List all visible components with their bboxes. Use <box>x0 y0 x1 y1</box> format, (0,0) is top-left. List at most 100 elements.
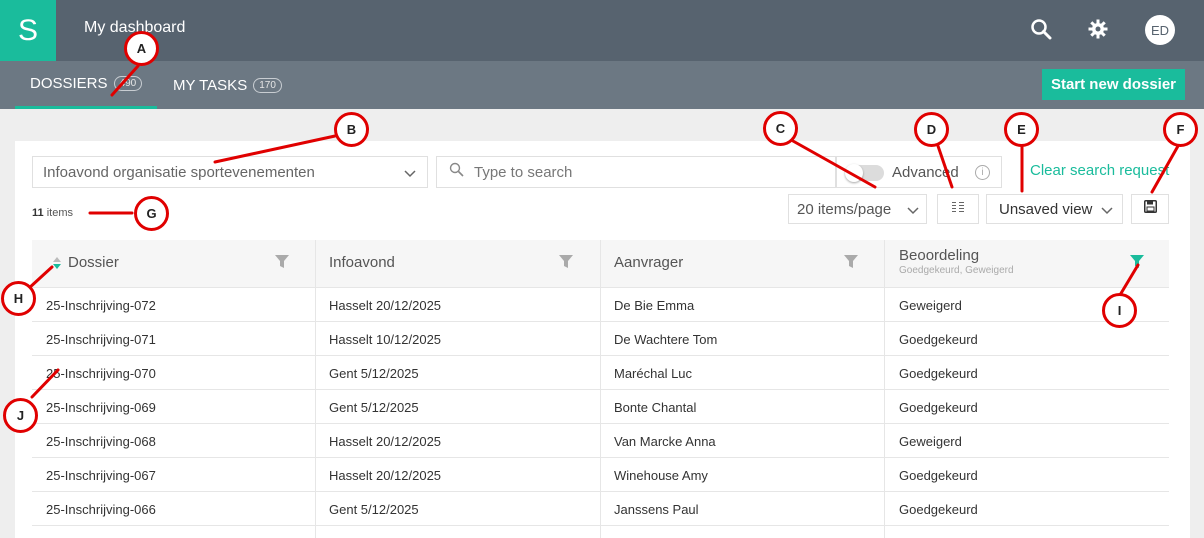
save-icon <box>1143 200 1157 218</box>
annotation-marker-i: I <box>1102 293 1137 328</box>
cell-beoordeling: Goedgekeurd <box>899 365 978 381</box>
search-field[interactable] <box>436 156 836 188</box>
search-icon[interactable] <box>1028 16 1054 42</box>
column-label: Infoavond <box>329 254 395 271</box>
cell-infoavond: Hasselt 20/12/2025 <box>316 424 601 458</box>
cell-dossier <box>32 526 316 538</box>
search-input[interactable] <box>474 163 794 181</box>
column-header-dossier[interactable]: Dossier <box>32 240 316 288</box>
chevron-down-icon <box>403 166 417 184</box>
table-row[interactable]: 25-Inschrijving-066 Gent 5/12/2025 Janss… <box>32 492 1169 526</box>
cell-aanvrager: Winehouse Amy <box>601 458 885 492</box>
annotation-marker-b: B <box>334 112 369 147</box>
cell-aanvrager: Janssens Paul <box>601 492 885 526</box>
save-view-button[interactable] <box>1131 194 1169 224</box>
table-row-partial <box>32 526 1169 538</box>
top-header: S My dashboard ED <box>0 0 1204 61</box>
column-header-aanvrager[interactable]: Aanvrager <box>601 240 885 288</box>
sort-icon[interactable] <box>52 256 62 275</box>
annotation-marker-e: E <box>1004 112 1039 147</box>
cell-beoordeling: Geweigerd <box>899 433 962 449</box>
avatar[interactable]: ED <box>1145 15 1175 45</box>
annotation-marker-f: F <box>1163 112 1198 147</box>
annotation-marker-h: H <box>1 281 36 316</box>
table-row[interactable]: 25-Inschrijving-071 Hasselt 10/12/2025 D… <box>32 322 1169 356</box>
cell-dossier: 25-Inschrijving-067 <box>32 458 316 492</box>
filter-icon[interactable] <box>844 255 858 274</box>
annotation-marker-g: G <box>134 196 169 231</box>
chevron-down-icon <box>906 203 920 221</box>
cell-aanvrager <box>601 526 885 538</box>
view-select[interactable]: Unsaved view <box>986 194 1123 224</box>
column-settings-button[interactable] <box>937 194 979 224</box>
items-count-label: items <box>46 207 73 219</box>
filter-icon[interactable] <box>1130 255 1144 274</box>
annotation-marker-a: A <box>124 31 159 66</box>
column-label: Aanvrager <box>614 254 684 271</box>
cell-aanvrager: De Wachtere Tom <box>601 322 885 356</box>
cell-aanvrager: Maréchal Luc <box>601 356 885 390</box>
advanced-label: Advanced <box>892 164 959 181</box>
items-count: 11 items <box>32 207 73 219</box>
cell-beoordeling: Goedgekeurd <box>899 399 978 415</box>
advanced-toggle[interactable] <box>845 164 884 182</box>
cell-dossier: 25-Inschrijving-071 <box>32 322 316 356</box>
cell-infoavond: Hasselt 20/12/2025 <box>316 458 601 492</box>
table-row[interactable]: 25-Inschrijving-068 Hasselt 20/12/2025 V… <box>32 424 1169 458</box>
cell-infoavond: Hasselt 10/12/2025 <box>316 322 601 356</box>
table-row[interactable]: 25-Inschrijving-070 Gent 5/12/2025 Maréc… <box>32 356 1169 390</box>
cell-dossier: 25-Inschrijving-070 <box>32 356 316 390</box>
items-per-page-value: 20 items/page <box>797 200 892 218</box>
tab-dossiers[interactable]: DOSSIERS 490 <box>15 61 158 109</box>
cell-dossier: 25-Inschrijving-066 <box>32 492 316 526</box>
items-per-page-select[interactable]: 20 items/page <box>788 194 927 224</box>
active-filter-summary: Goedgekeurd, Geweigerd <box>899 265 1014 276</box>
filter-icon[interactable] <box>275 255 289 274</box>
chevron-down-icon <box>1100 203 1114 221</box>
filter-icon[interactable] <box>559 255 573 274</box>
cell-aanvrager: Van Marcke Anna <box>601 424 885 458</box>
tab-my-tasks[interactable]: MY TASKS 170 <box>173 61 282 109</box>
columns-icon <box>951 200 965 218</box>
cell-infoavond: Gent 5/12/2025 <box>316 356 601 390</box>
sub-navigation: DOSSIERS 490 MY TASKS 170 <box>0 61 1204 109</box>
count-badge: 490 <box>113 76 143 91</box>
cell-dossier: 25-Inschrijving-072 <box>32 288 316 322</box>
search-icon <box>449 162 464 182</box>
cell-beoordeling: Goedgekeurd <box>899 331 978 347</box>
cell-infoavond: Hasselt 20/12/2025 <box>316 288 601 322</box>
clear-search-link[interactable]: Clear search request <box>1030 162 1169 179</box>
annotation-marker-c: C <box>763 111 798 146</box>
table-row[interactable]: 25-Inschrijving-069 Gent 5/12/2025 Bonte… <box>32 390 1169 424</box>
count-badge: 170 <box>253 77 282 93</box>
view-value: Unsaved view <box>999 200 1093 218</box>
table-row[interactable]: 25-Inschrijving-067 Hasselt 20/12/2025 W… <box>32 458 1169 492</box>
tab-label: DOSSIERS <box>30 75 108 92</box>
cell-beoordeling: Goedgekeurd <box>899 467 978 483</box>
column-label: Dossier <box>68 254 119 271</box>
gear-icon[interactable] <box>1085 16 1111 42</box>
cell-beoordeling: Goedgekeurd <box>899 501 978 517</box>
start-new-dossier-button[interactable]: Start new dossier <box>1042 69 1185 100</box>
table-header: Dossier Infoavond Aanvrager Beoordeling … <box>32 240 1169 288</box>
cell-aanvrager: De Bie Emma <box>601 288 885 322</box>
filter-dropdown[interactable]: Infoavond organisatie sportevenementen <box>32 156 428 188</box>
column-header-infoavond[interactable]: Infoavond <box>316 240 601 288</box>
cell-infoavond <box>316 526 601 538</box>
table-row[interactable]: 25-Inschrijving-072 Hasselt 20/12/2025 D… <box>32 288 1169 322</box>
annotation-marker-j: J <box>3 398 38 433</box>
info-icon[interactable]: i <box>975 165 990 180</box>
cell-dossier: 25-Inschrijving-068 <box>32 424 316 458</box>
filter-value: Infoavond organisatie sportevenementen <box>43 163 315 181</box>
items-count-value: 11 <box>32 207 44 219</box>
toggle-knob <box>845 164 863 182</box>
cell-aanvrager: Bonte Chantal <box>601 390 885 424</box>
column-label: Beoordeling <box>899 247 980 264</box>
advanced-search-box: Advanced i <box>836 156 1002 188</box>
column-header-beoordeling[interactable]: Beoordeling Goedgekeurd, Geweigerd <box>885 240 1169 288</box>
app-logo[interactable]: S <box>0 0 56 61</box>
annotation-marker-d: D <box>914 112 949 147</box>
tab-label: MY TASKS <box>173 76 248 94</box>
cell-infoavond: Gent 5/12/2025 <box>316 390 601 424</box>
cell-infoavond: Gent 5/12/2025 <box>316 492 601 526</box>
